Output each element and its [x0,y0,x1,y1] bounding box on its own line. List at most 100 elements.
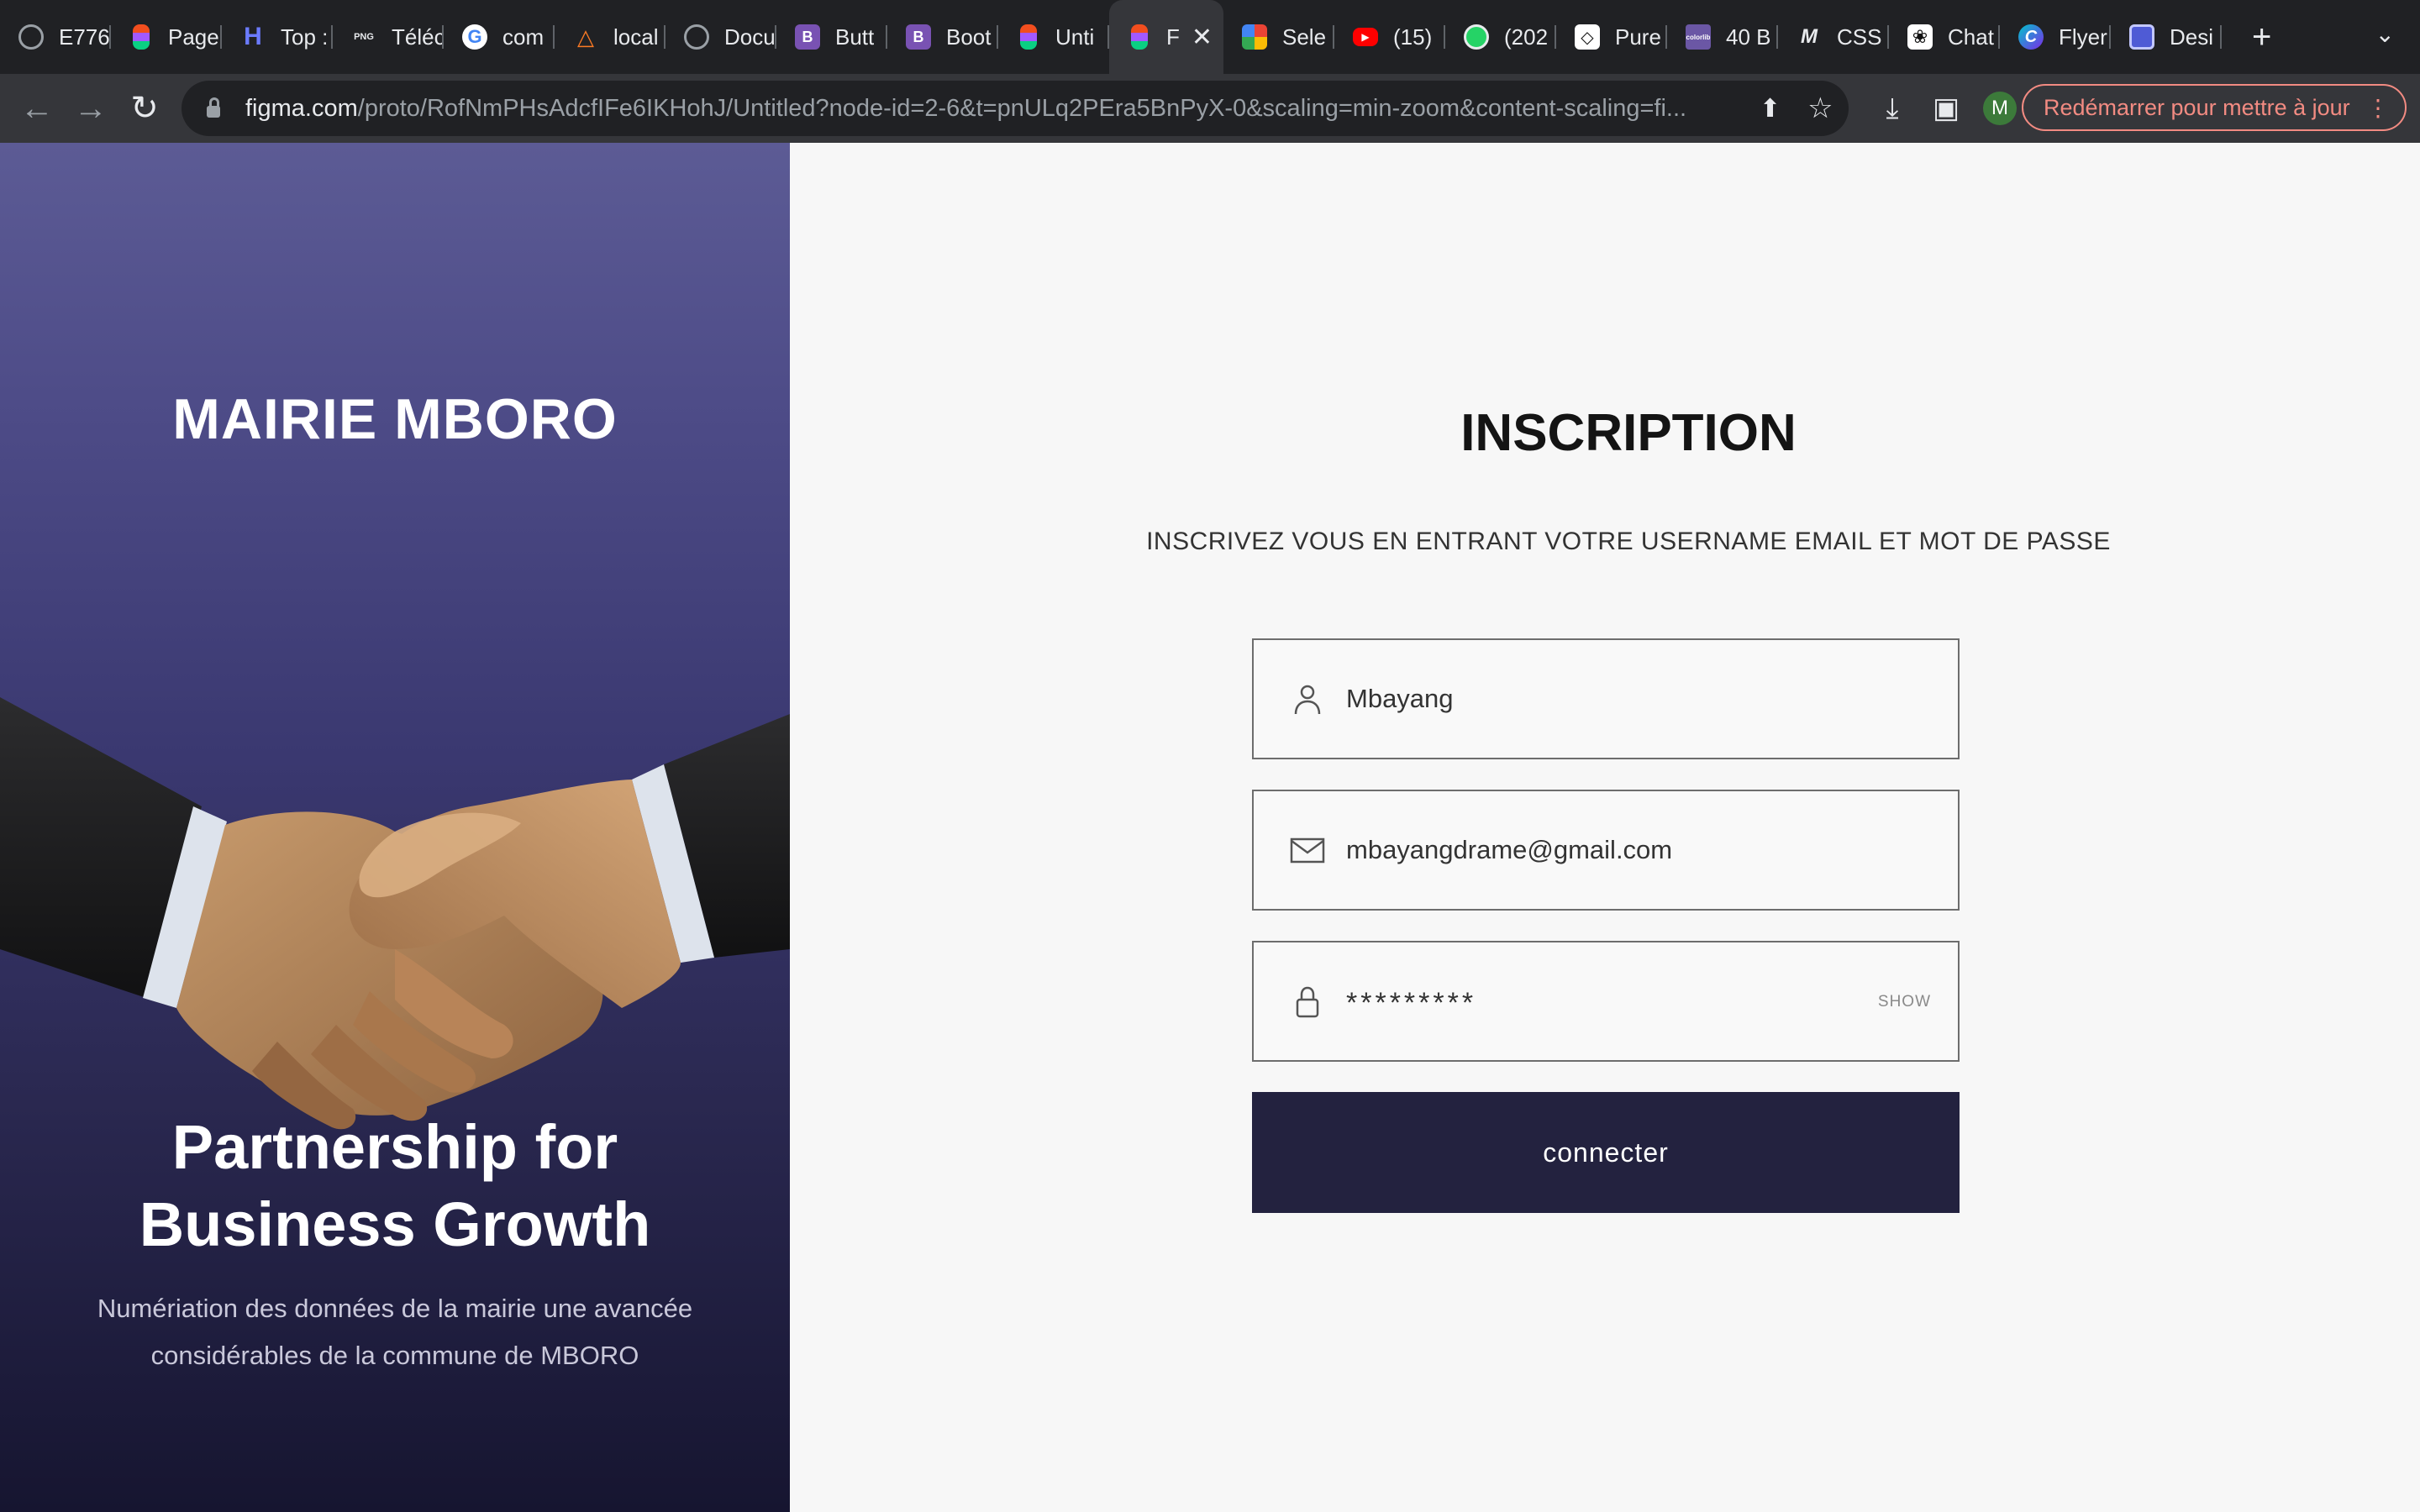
url-host: figma.com [245,94,358,122]
more-vertical-icon[interactable]: ⋮ [2366,94,2390,122]
medium-icon: M [1801,25,1818,48]
side-panel-icon[interactable]: ▣ [1919,92,1973,125]
tab-title: (202 [1504,24,1549,50]
email-field[interactable]: mbayangdrame@gmail.com [1252,790,1960,911]
browser-tab[interactable]: B Butt [776,0,887,74]
tab-title: F [1166,24,1180,50]
tab-title: Desi [2170,24,2214,50]
new-tab-icon[interactable]: + [2252,20,2271,54]
browser-tab[interactable]: PNG Téléc [333,0,444,74]
browser-tab[interactable]: Desi [2111,0,2222,74]
browser-tab[interactable]: ❀ Chat [1889,0,2000,74]
browser-tab[interactable]: (202 [1445,0,1556,74]
whatsapp-icon [1464,24,1489,50]
show-password-toggle[interactable]: SHOW [1878,993,1931,1011]
toolbar-actions: ⤓ ▣ M [1865,74,2027,143]
headline-line: Partnership for [171,1112,618,1182]
browser-tab[interactable]: E776 [0,0,111,74]
update-label: Redémarrer pour mettre à jour [2044,94,2350,120]
globe-icon [684,24,709,50]
browser-tab[interactable]: △ local [555,0,666,74]
browser-tab[interactable]: Unti [998,0,1109,74]
colorlib-icon: colorlib [1686,24,1711,50]
download-icon[interactable]: ⤓ [1865,92,1919,125]
tab-title: E776 [59,24,110,50]
tagline: Numériation des données de la mairie une… [84,1285,706,1379]
browser-tab[interactable]: G com [444,0,555,74]
brand-title: MAIRIE MBORO [172,387,618,451]
multicolor-icon [1242,24,1267,50]
tab-title: Téléc [392,24,444,50]
browser-tab[interactable]: C Flyer [2000,0,2111,74]
tab-title: 40 B [1726,24,1771,50]
browser-tab[interactable]: B Boot [887,0,998,74]
bootstrap-icon: B [906,24,931,50]
address-bar[interactable]: figma.com/proto/RofNmPHsAdcfIFe6IKHohJ/U… [182,81,1849,136]
tab-title: Pure [1615,24,1661,50]
lock-icon [207,97,220,118]
forward-arrow-icon[interactable]: → [64,90,118,128]
canva-icon: C [2018,24,2044,50]
promo-panel: MAIRIE MBORO Partnership for Business Gr… [0,143,790,1512]
youtube-icon: ▶ [1353,28,1378,46]
url-text[interactable]: figma.com/proto/RofNmPHsAdcfIFe6IKHohJ/U… [245,95,1733,123]
form-instructions: INSCRIVEZ VOUS EN ENTRANT VOTRE USERNAME… [1146,528,2111,555]
tab-title: local [613,24,659,50]
signup-panel: INSCRIPTION INSCRIVEZ VOUS EN ENTRANT VO… [790,143,2420,1512]
figma-icon [1020,24,1037,50]
tab-title: CSS [1837,24,1882,50]
browser-tab[interactable]: Page [111,0,222,74]
back-arrow-icon[interactable]: ← [10,90,64,128]
browser-tab[interactable]: M CSS [1778,0,1889,74]
password-value: ********* [1346,986,1477,1019]
browser-tab[interactable]: H Top : [222,0,333,74]
tab-title: com [502,24,544,50]
globe-icon [18,24,44,50]
google-icon: G [462,24,487,50]
browser-tab[interactable]: ◇ Pure [1556,0,1667,74]
codepen-icon: ◇ [1575,24,1600,50]
avatar[interactable]: M [1983,92,2017,125]
browser-tab[interactable]: Docu [666,0,776,74]
tab-title: Boot [946,24,992,50]
username-value: Mbayang [1346,684,1454,713]
connect-button[interactable]: connecter [1252,1092,1960,1213]
chevron-down-icon[interactable]: ⌄ [2375,20,2395,48]
figma-icon [133,24,150,50]
browser-tab-strip: E776 Page H Top : PNG Téléc G com △ loca… [0,0,2420,74]
star-icon[interactable]: ☆ [1807,92,1833,125]
headline: Partnership for Business Growth [0,1109,790,1263]
mail-icon [1290,837,1325,864]
tab-title: Flyer [2059,24,2107,50]
xampp-icon: △ [577,24,594,50]
tab-title: Page [168,24,219,50]
page-title: INSCRIPTION [1460,404,1797,462]
tab-title: Sele [1282,24,1327,50]
browser-tab[interactable]: colorlib 40 B [1667,0,1778,74]
tagline-line: considérables de la commune de MBORO [150,1341,639,1370]
browser-tab[interactable]: Sele [1223,0,1334,74]
tab-title: Docu [724,24,776,50]
tab-separator [2220,25,2222,49]
openai-icon: ❀ [1907,24,1933,50]
tab-title: Unti [1055,24,1095,50]
bootstrap-icon: B [795,24,820,50]
headline-line: Business Growth [139,1189,651,1259]
browser-tab-active[interactable]: F ✕ [1109,0,1223,74]
browser-icon [2129,24,2154,50]
update-button[interactable]: Redémarrer pour mettre à jour ⋮ [2022,84,2407,131]
browser-tab[interactable]: ▶ (15) [1334,0,1445,74]
reload-icon[interactable]: ↻ [118,89,171,128]
tab-title: (15) [1393,24,1433,50]
user-icon [1294,685,1321,715]
close-icon[interactable]: ✕ [1192,23,1213,52]
email-value: mbayangdrame@gmail.com [1346,835,1673,864]
figma-icon [1131,24,1148,50]
password-field[interactable]: ********* SHOW [1252,941,1960,1062]
share-icon[interactable]: ⬆ [1760,94,1781,123]
username-field[interactable]: Mbayang [1252,638,1960,759]
lock-icon [1296,986,1319,1018]
h-logo-icon: H [244,23,262,50]
tagline-line: Numériation des données de la mairie une… [97,1294,693,1323]
png-icon: PNG [354,32,374,42]
